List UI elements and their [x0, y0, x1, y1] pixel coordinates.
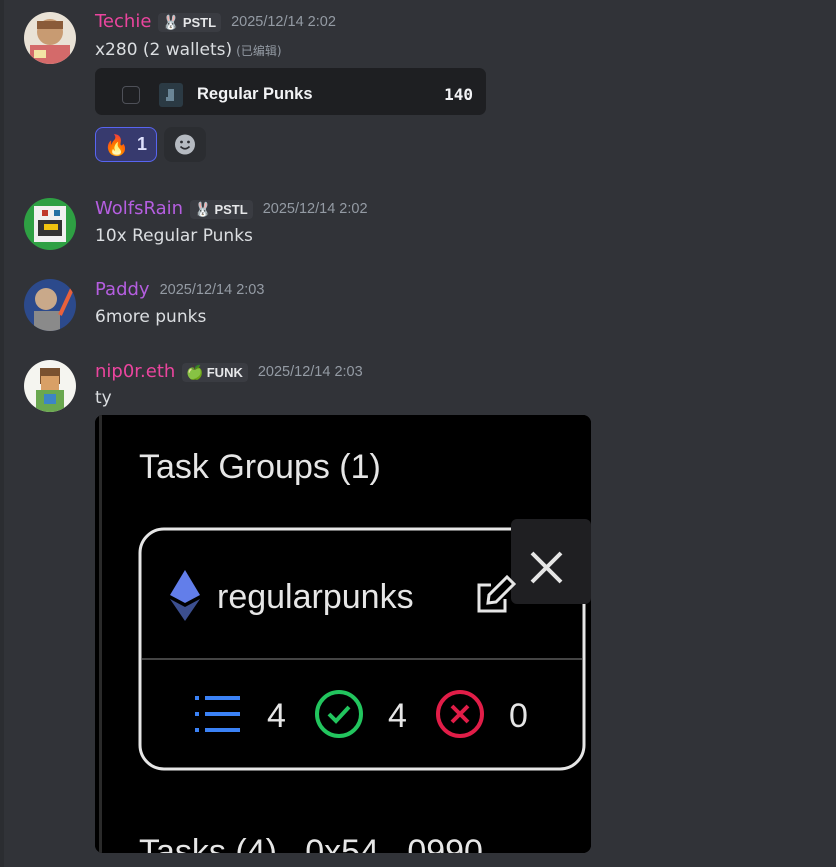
- guild-tag[interactable]: 🍏 FUNK: [182, 362, 248, 382]
- message-content: x280 (2 wallets): [95, 40, 233, 60]
- avatar[interactable]: [24, 279, 76, 331]
- avatar[interactable]: [24, 360, 76, 412]
- timestamp: 2025/12/14 2:02: [262, 201, 368, 217]
- timestamp: 2025/12/14 2:02: [231, 14, 336, 30]
- username[interactable]: WolfsRain: [95, 198, 183, 220]
- success-count: 4: [388, 697, 407, 735]
- tag-label: PSTL: [182, 14, 217, 30]
- edited-label: (已编辑): [236, 44, 282, 58]
- message-header: WolfsRain 🐰 PSTL 2025/12/14 2:02: [95, 197, 368, 221]
- attached-image[interactable]: Task Groups (1) regularpunks 4 4 0 Tasks…: [95, 415, 591, 853]
- bunny-icon: 🐰: [162, 13, 180, 30]
- add-reaction-button[interactable]: [164, 127, 206, 162]
- failed-count: 0: [509, 697, 528, 735]
- message-header: Paddy 2025/12/14 2:03: [95, 278, 264, 302]
- message-content: ty: [95, 388, 112, 408]
- tag-label: PSTL: [214, 201, 248, 217]
- guild-tag[interactable]: 🐰 PSTL: [190, 199, 253, 219]
- collection-card[interactable]: Regular Punks 140: [95, 68, 486, 115]
- smiley-icon: [175, 134, 195, 155]
- total-count: 4: [267, 697, 286, 735]
- apple-icon: 🍏: [186, 363, 204, 380]
- avatar[interactable]: [24, 198, 76, 250]
- username[interactable]: Paddy: [95, 279, 150, 301]
- message-text: x280 (2 wallets) (已编辑): [95, 39, 282, 62]
- username[interactable]: nip0r.eth: [95, 361, 175, 383]
- collection-name: Regular Punks: [197, 85, 313, 103]
- collection-count: 140: [444, 85, 473, 104]
- timestamp: 2025/12/14 2:03: [257, 364, 363, 380]
- username[interactable]: Techie: [95, 11, 151, 33]
- task-groups-screenshot: Task Groups (1) regularpunks 4 4 0 Tasks…: [95, 415, 591, 853]
- left-divider: [0, 0, 4, 867]
- guild-tag[interactable]: 🐰 PSTL: [158, 12, 222, 32]
- reaction-fire[interactable]: 🔥 1: [95, 127, 157, 162]
- group-name: regularpunks: [217, 578, 414, 616]
- checkbox[interactable]: [122, 86, 140, 104]
- message-header: nip0r.eth 🍏 FUNK 2025/12/14 2:03: [95, 360, 363, 384]
- image-footer: Tasks (4) 0x54...0990: [139, 833, 483, 853]
- message-content: 10x Regular Punks: [95, 226, 253, 246]
- timestamp: 2025/12/14 2:03: [159, 282, 265, 298]
- tag-label: FUNK: [206, 364, 243, 380]
- collection-thumbnail-icon: [159, 83, 183, 107]
- message-content: 6more punks: [95, 307, 207, 327]
- bunny-icon: 🐰: [194, 200, 212, 217]
- reaction-count: 1: [137, 134, 148, 154]
- avatar[interactable]: [24, 12, 76, 64]
- fire-icon: 🔥: [104, 133, 129, 157]
- image-heading: Task Groups (1): [139, 448, 381, 486]
- message-header: Techie 🐰 PSTL 2025/12/14 2:02: [95, 10, 336, 34]
